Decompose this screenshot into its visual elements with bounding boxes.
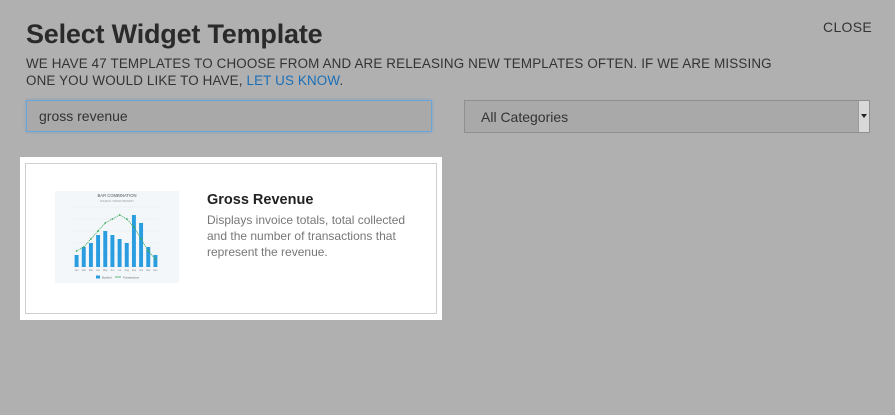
chart-point	[118, 214, 121, 216]
description-period: .	[339, 73, 344, 88]
x-tick-label: Nov	[146, 269, 151, 272]
x-tick-label: Sep	[132, 269, 137, 272]
legend-booked-swatch	[96, 275, 100, 279]
chart-bar	[146, 247, 151, 267]
chart-bar	[110, 235, 115, 267]
chart-point	[147, 250, 150, 252]
template-card-border: BAR COMBINATION SOURCE: WIDGETMONKEY Jan…	[25, 163, 437, 314]
chart-point	[90, 238, 92, 240]
chart-point	[111, 218, 114, 220]
chart-point	[82, 246, 85, 248]
category-select[interactable]: All Categories	[464, 100, 870, 133]
chart-bar	[74, 255, 79, 267]
legend-transactions-label: Transactions	[123, 275, 140, 279]
close-button[interactable]: CLOSE	[823, 19, 872, 35]
chart-point	[154, 258, 157, 260]
let-us-know-link[interactable]: LET US KNOW	[247, 73, 340, 88]
chart-point	[125, 218, 128, 220]
chart-bar	[96, 235, 101, 267]
chart-point	[140, 238, 142, 240]
legend-booked-label: Booked	[102, 275, 112, 279]
chart-point	[133, 226, 135, 228]
chart-bar	[131, 215, 136, 267]
x-tick-label: Jul	[118, 269, 122, 272]
select-arrow-icon[interactable]	[858, 101, 869, 132]
dialog-description: WE HAVE 47 TEMPLATES TO CHOOSE FROM AND …	[26, 55, 786, 89]
thumbnail-chart: BAR COMBINATION SOURCE: WIDGETMONKEY Jan…	[73, 193, 159, 279]
chart-point	[75, 250, 78, 252]
x-tick-label: Feb	[82, 269, 87, 272]
transactions-series-line	[76, 214, 156, 260]
x-tick-label: Jan	[75, 269, 80, 272]
template-card-description: Displays invoice totals, total collected…	[207, 213, 406, 259]
description-text: WE HAVE 47 TEMPLATES TO CHOOSE FROM AND …	[26, 56, 772, 88]
dialog-title: Select Widget Template	[26, 19, 323, 49]
chart-bar	[103, 231, 108, 267]
thumbnail-legend: Booked Transactions	[96, 275, 140, 279]
chart-bar	[117, 239, 122, 267]
template-thumbnail: BAR COMBINATION SOURCE: WIDGETMONKEY Jan…	[55, 191, 179, 283]
chart-bar	[139, 223, 144, 267]
x-tick-label: Oct	[139, 269, 143, 272]
x-tick-label: Apr	[96, 269, 100, 272]
search-input[interactable]	[26, 100, 432, 132]
category-select-value: All Categories	[481, 109, 569, 125]
chart-point	[104, 222, 107, 224]
template-card-title: Gross Revenue	[207, 192, 314, 208]
chart-bar	[124, 243, 129, 267]
chart-bar	[153, 255, 158, 267]
x-tick-label: Jun	[110, 269, 115, 272]
chart-point	[97, 230, 99, 232]
x-tick-label: Mar	[89, 269, 93, 272]
x-tick-label: Aug	[125, 269, 130, 272]
x-tick-label: Dec	[153, 269, 158, 272]
thumbnail-chart-subtitle: SOURCE: WIDGETMONKEY	[100, 199, 134, 203]
chart-bar	[88, 243, 93, 267]
x-tick-label: May	[103, 269, 108, 272]
chart-bar	[81, 247, 86, 267]
thumbnail-chart-title: BAR COMBINATION	[97, 193, 136, 198]
template-card-gross-revenue[interactable]: BAR COMBINATION SOURCE: WIDGETMONKEY Jan…	[20, 157, 442, 320]
